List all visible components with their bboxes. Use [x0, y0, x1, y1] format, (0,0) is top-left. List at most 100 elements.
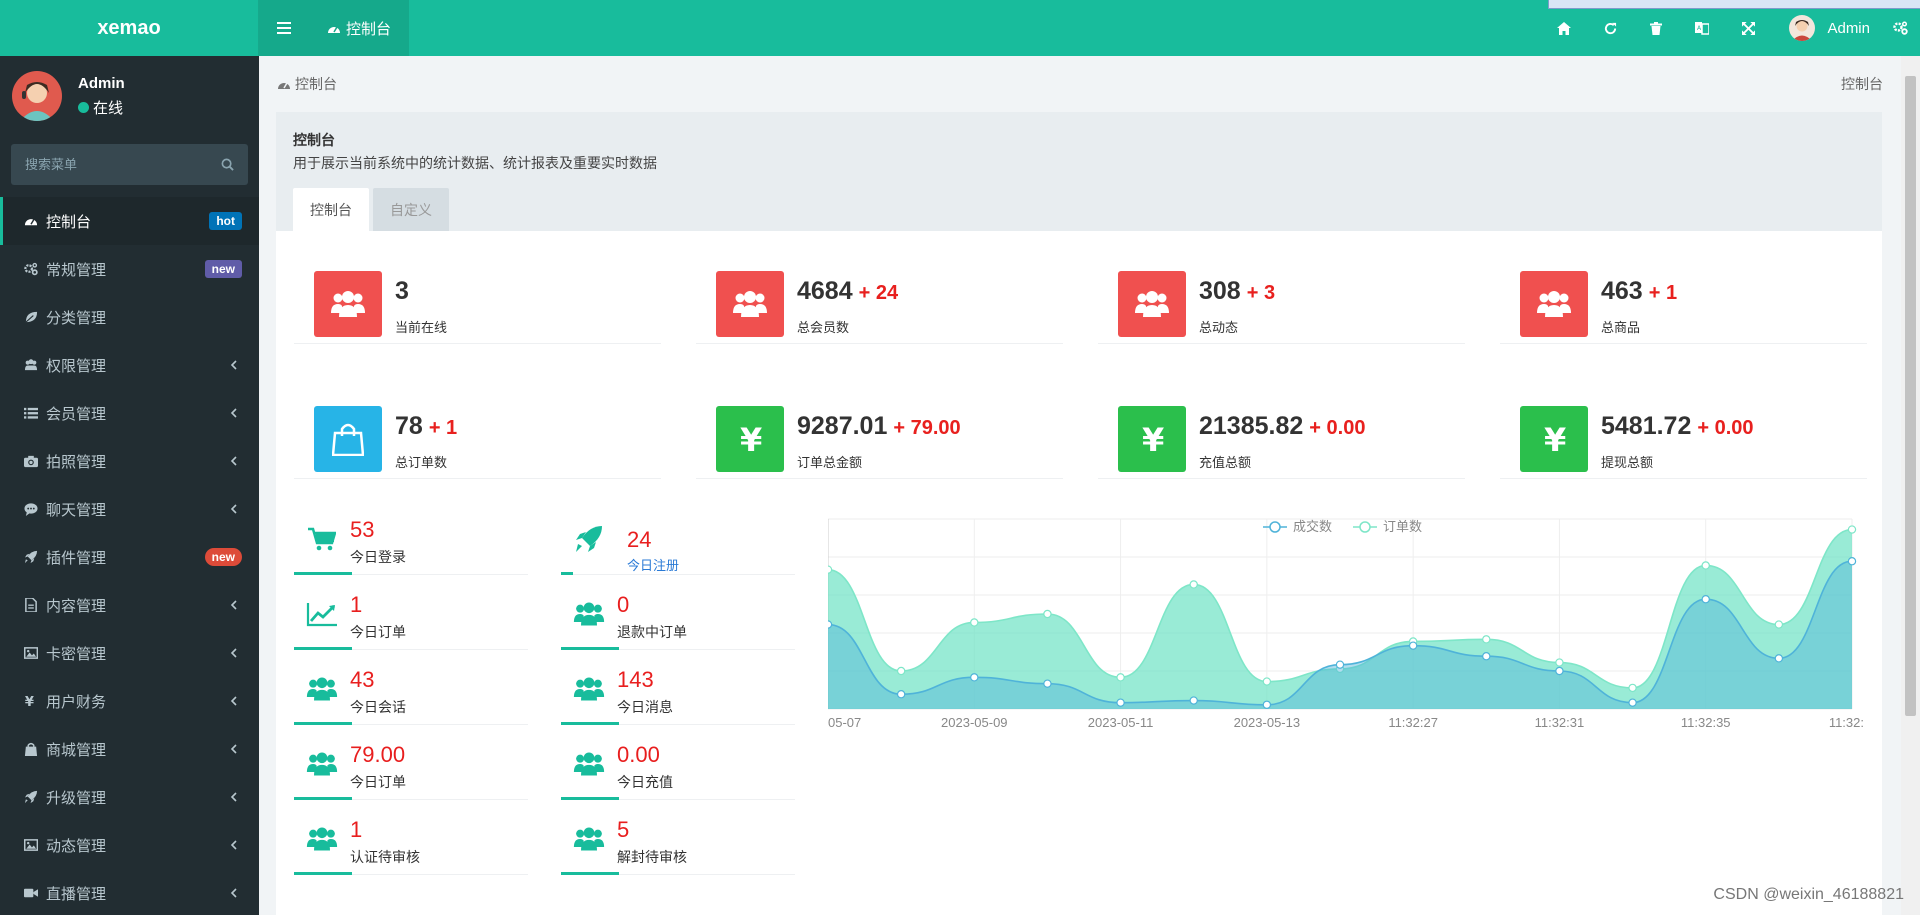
app-logo[interactable]: xemao [0, 0, 259, 56]
sidebar-item-6[interactable]: 聊天管理 [0, 485, 259, 533]
mini-stat: 24 今日注册 [561, 515, 795, 575]
home-button[interactable] [1541, 0, 1587, 56]
data-point[interactable] [1116, 698, 1125, 707]
mini-stat-label[interactable]: 今日注册 [627, 555, 679, 574]
page-title: 控制台 [293, 132, 335, 148]
language-button[interactable]: A [1679, 0, 1725, 56]
data-point[interactable] [970, 673, 979, 682]
users-icon [716, 271, 784, 337]
breadcrumb-right[interactable]: 控制台 [1841, 74, 1883, 94]
legend-item[interactable]: 订单数 [1353, 519, 1422, 534]
sidebar-item-0[interactable]: 控制台 hot [0, 197, 259, 245]
data-point[interactable] [1043, 679, 1052, 688]
refresh-button[interactable] [1587, 0, 1633, 56]
stat-label: 总会员数 [797, 320, 850, 335]
sidebar-item-7[interactable]: 插件管理 new [0, 533, 259, 581]
header-user-menu[interactable]: Admin [1789, 15, 1870, 41]
sidebar-item-11[interactable]: 商城管理 [0, 725, 259, 773]
x-tick-label: 11:32:31 [1535, 715, 1585, 730]
clear-cache-button[interactable] [1633, 0, 1679, 56]
online-dot-icon [78, 101, 89, 113]
data-point[interactable] [1262, 700, 1272, 709]
mini-stat-value: 1 [350, 817, 363, 842]
stat-card: 78 + 1 总订单数 [294, 387, 661, 479]
stat-value-row: 5481.72 + 0.00 [1601, 412, 1754, 441]
page-scrollbar[interactable] [1901, 56, 1920, 915]
data-point[interactable] [1555, 658, 1564, 667]
data-point[interactable] [1482, 635, 1491, 644]
data-point[interactable] [970, 618, 979, 627]
sidebar-item-8[interactable]: 内容管理 [0, 581, 259, 629]
legend-item[interactable]: 成交数 [1263, 519, 1332, 534]
settings-button[interactable] [1880, 0, 1920, 56]
sidebar: xemao Admin 在线 控制台 hot 常规管理 new 分类管理权限管理会员管理… [0, 0, 259, 915]
data-point[interactable] [1262, 677, 1272, 686]
tab-dashboard[interactable]: 控制台 [309, 0, 409, 56]
sidebar-item-3[interactable]: 权限管理 [0, 341, 259, 389]
sidebar-item-9[interactable]: 卡密管理 [0, 629, 259, 677]
mini-stat: 53 今日登录 [294, 515, 528, 575]
stat-value: 4684 [797, 277, 853, 305]
sidebar-item-label: 升级管理 [46, 789, 107, 807]
scrollbar-thumb[interactable] [1905, 76, 1916, 716]
sidebar-item-2[interactable]: 分类管理 [0, 293, 259, 341]
data-point[interactable] [896, 666, 906, 676]
sidebar-item-label: 商城管理 [46, 741, 107, 759]
svg-text:¥: ¥ [1544, 422, 1566, 456]
x-tick-label: 2023-05-11 [1088, 715, 1154, 730]
data-point[interactable] [1335, 660, 1345, 669]
data-point[interactable] [1482, 652, 1491, 661]
data-point[interactable] [1043, 609, 1052, 619]
stat-card: ¥9287.01 + 79.00 订单总金额 [696, 387, 1063, 479]
sidebar-item-4[interactable]: 会员管理 [0, 389, 259, 437]
search-input[interactable] [25, 157, 221, 172]
data-point[interactable] [1774, 654, 1784, 663]
dashboard-icon [327, 26, 340, 33]
data-point[interactable] [1189, 696, 1198, 705]
sidebar-item-13[interactable]: 动态管理 [0, 821, 259, 869]
stat-label: 总订单数 [395, 455, 448, 470]
sidebar-user-name: Admin [78, 74, 125, 92]
mini-stat-label: 今日会话 [350, 699, 406, 715]
yen-icon: ¥ [1118, 406, 1186, 472]
sidebar-item-5[interactable]: 拍照管理 [0, 437, 259, 485]
data-point[interactable] [1774, 620, 1784, 629]
data-point[interactable] [896, 690, 906, 699]
data-point[interactable] [1628, 698, 1637, 707]
image-icon [23, 645, 39, 661]
data-point[interactable] [1847, 525, 1857, 534]
data-point[interactable] [1701, 595, 1710, 604]
sidebar-item-12[interactable]: 升级管理 [0, 773, 259, 821]
sidebar-toggle-button[interactable] [259, 0, 309, 56]
sidebar-item-14[interactable]: 直播管理 [0, 869, 259, 915]
camera-icon [23, 453, 39, 469]
data-point[interactable] [1189, 580, 1198, 589]
data-point[interactable] [1628, 683, 1637, 693]
tab-custom[interactable]: 自定义 [373, 188, 449, 231]
data-point[interactable] [823, 565, 833, 574]
stat-increment: + 0.00 [1309, 417, 1366, 439]
chevron-left-icon [230, 501, 237, 517]
stat-card: 4684 + 24 总会员数 [696, 252, 1063, 344]
search-icon[interactable] [221, 158, 234, 171]
sidebar-item-1[interactable]: 常规管理 new [0, 245, 259, 293]
stat-increment: + 0.00 [1697, 417, 1754, 439]
list-icon [23, 405, 39, 421]
fullscreen-button[interactable] [1725, 0, 1771, 56]
data-point[interactable] [1847, 557, 1857, 566]
data-point[interactable] [1701, 561, 1710, 570]
mini-stat: 5 解封待审核 [561, 815, 795, 875]
dashboard-icon [23, 213, 39, 229]
shopping-bag-icon [23, 741, 39, 757]
file-icon [23, 597, 39, 613]
stat-value-row: 463 + 1 [1601, 277, 1677, 306]
expand-icon [1741, 21, 1755, 35]
data-point[interactable] [1555, 666, 1564, 676]
data-point[interactable] [823, 620, 833, 629]
breadcrumb[interactable]: 控制台 [277, 74, 337, 94]
sidebar-item-10[interactable]: ¥ 用户财务 [0, 677, 259, 725]
data-point[interactable] [1116, 673, 1125, 682]
data-point[interactable] [1408, 641, 1418, 650]
progress-bar [294, 647, 352, 650]
tab-dashboard-panel[interactable]: 控制台 [293, 188, 369, 231]
